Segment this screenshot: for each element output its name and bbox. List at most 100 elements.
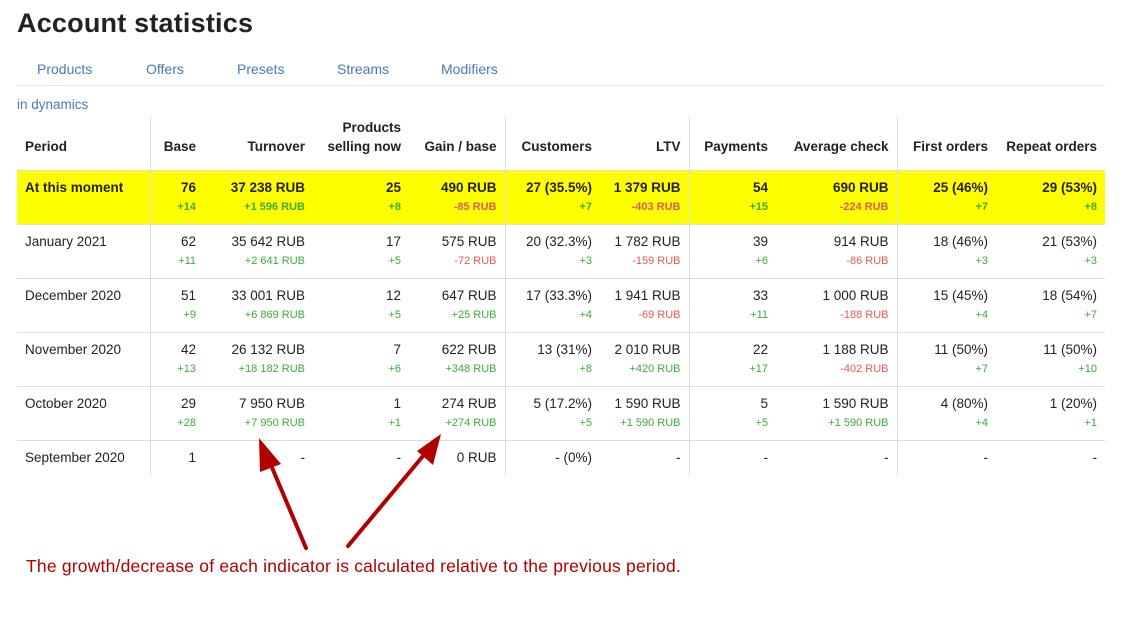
tab-offers[interactable]: Offers	[146, 61, 184, 77]
cell-customers-value: 27 (35.5%)	[525, 179, 592, 195]
cell-first-orders-value: 15 (45%)	[933, 287, 988, 303]
cell-products-selling-now-delta: +8	[388, 200, 401, 213]
table-row: January 2021 62 +11 35 642 RUB +2 641 RUB 17 +…	[17, 224, 1105, 279]
cell-customers-value: 17 (33.3%)	[525, 287, 592, 303]
cell-repeat-orders-value: 18 (54%)	[1042, 287, 1097, 303]
cell-ltv: 2 010 RUB +420 RUB	[600, 332, 689, 387]
table-header-row: Period Base Turnover Products selling now…	[17, 116, 1105, 171]
header-products-selling-now: Products selling now	[313, 116, 409, 171]
cell-first-orders-value: -	[983, 449, 989, 465]
cell-repeat-orders-value: 21 (53%)	[1042, 233, 1097, 249]
cell-customers-delta: +4	[579, 308, 592, 321]
cell-base: 51 +9	[149, 278, 204, 333]
cell-period: At this moment	[17, 170, 150, 225]
cell-base: 76 +14	[149, 170, 204, 225]
cell-base-value: 62	[180, 233, 196, 249]
cell-payments: 54 +15	[688, 170, 776, 225]
cell-average-check-delta: -86 RUB	[846, 254, 889, 267]
cell-period: September 2020	[17, 440, 150, 476]
tab-presets[interactable]: Presets	[237, 61, 284, 77]
cell-customers: 20 (32.3%) +3	[504, 224, 600, 279]
cell-customers: 13 (31%) +8	[504, 332, 600, 387]
cell-first-orders-delta: +4	[975, 308, 988, 321]
cell-average-check: 1 000 RUB -188 RUB	[776, 278, 897, 333]
tab-streams[interactable]: Streams	[337, 61, 389, 77]
cell-payments: 22 +17	[688, 332, 776, 387]
header-ltv: LTV	[600, 116, 689, 171]
cell-average-check: 1 188 RUB -402 RUB	[776, 332, 897, 387]
page-title: Account statistics	[17, 8, 254, 38]
cell-gain-base-delta: +348 RUB	[445, 362, 497, 375]
cell-repeat-orders-delta: +8	[1084, 200, 1097, 213]
header-turnover: Turnover	[204, 116, 313, 171]
cell-gain-base-delta: -85 RUB	[453, 200, 497, 213]
cell-ltv-value: 2 010 RUB	[614, 341, 681, 357]
cell-products-selling-now: 25 +8	[313, 170, 409, 225]
cell-customers: 17 (33.3%) +4	[504, 278, 600, 333]
cell-turnover-value: 37 238 RUB	[230, 179, 305, 195]
cell-base-value: 76	[180, 179, 196, 195]
cell-gain-base-delta: +274 RUB	[445, 416, 497, 429]
cell-customers-delta: +7	[579, 200, 592, 213]
cell-first-orders: 4 (80%) +4	[896, 386, 996, 441]
cell-products-selling-now-delta: +1	[388, 416, 401, 429]
cell-period-value: December 2020	[25, 287, 122, 303]
cell-turnover-delta: +18 182 RUB	[238, 362, 305, 375]
table-row: November 2020 42 +13 26 132 RUB +18 182 RUB 7…	[17, 332, 1105, 387]
cell-customers-value: 5 (17.2%)	[533, 395, 592, 411]
cell-average-check: -	[776, 440, 897, 476]
cell-ltv-delta: -159 RUB	[632, 254, 681, 267]
cell-ltv-value: 1 379 RUB	[613, 179, 681, 195]
cell-ltv: 1 782 RUB -159 RUB	[600, 224, 689, 279]
cell-period: January 2021	[17, 224, 150, 279]
header-payments: Payments	[688, 116, 776, 171]
cell-period: December 2020	[17, 278, 150, 333]
cell-turnover-value: -	[300, 449, 306, 465]
cell-customers-value: 13 (31%)	[537, 341, 592, 357]
cell-ltv: 1 379 RUB -403 RUB	[600, 170, 689, 225]
header-base: Base	[149, 116, 204, 171]
cell-customers-delta: +8	[579, 362, 592, 375]
cell-ltv: 1 590 RUB +1 590 RUB	[600, 386, 689, 441]
header-gain-base: Gain / base	[409, 116, 505, 171]
cell-base-delta: +28	[177, 416, 196, 429]
cell-first-orders-delta: +7	[975, 200, 988, 213]
cell-customers-delta: +3	[579, 254, 592, 267]
cell-average-check-delta: -224 RUB	[839, 200, 889, 213]
cell-average-check-delta: -188 RUB	[840, 308, 889, 321]
cell-base-delta: +11	[178, 254, 196, 267]
table-row: October 2020 29 +28 7 950 RUB +7 950 RUB 1 +1 2…	[17, 386, 1105, 441]
tab-modifiers[interactable]: Modifiers	[441, 61, 498, 77]
tab-products[interactable]: Products	[37, 61, 92, 77]
cell-turnover: 26 132 RUB +18 182 RUB	[204, 332, 313, 387]
cell-products-selling-now-delta: +6	[388, 362, 401, 375]
cell-customers-value: 20 (32.3%)	[525, 233, 592, 249]
cell-gain-base: 0 RUB	[409, 440, 505, 476]
cell-gain-base: 575 RUB -72 RUB	[409, 224, 505, 279]
cell-average-check-value: 1 188 RUB	[822, 341, 889, 357]
in-dynamics-link[interactable]: in dynamics	[17, 97, 88, 112]
cell-payments: -	[688, 440, 776, 476]
header-products-line1: Products	[342, 119, 401, 135]
cell-base: 29 +28	[149, 386, 204, 441]
cell-turnover: 35 642 RUB +2 641 RUB	[204, 224, 313, 279]
cell-turnover: 7 950 RUB +7 950 RUB	[204, 386, 313, 441]
header-customers: Customers	[504, 116, 600, 171]
cell-gain-base: 622 RUB +348 RUB	[409, 332, 505, 387]
cell-gain-base-value: 274 RUB	[441, 395, 497, 411]
cell-average-check-value: 1 590 RUB	[822, 395, 889, 411]
cell-products-selling-now-value: 17	[385, 233, 401, 249]
cell-period: November 2020	[17, 332, 150, 387]
cell-customers: 5 (17.2%) +5	[504, 386, 600, 441]
cell-repeat-orders-delta: +7	[1084, 308, 1097, 321]
cell-customers-delta: +5	[579, 416, 592, 429]
cell-products-selling-now: 7 +6	[313, 332, 409, 387]
cell-repeat-orders: 1 (20%) +1	[996, 386, 1105, 441]
cell-payments-delta: +5	[755, 416, 768, 429]
cell-ltv-delta: -69 RUB	[638, 308, 681, 321]
annotation-text: The growth/decrease of each indicator is…	[26, 556, 681, 576]
header-first-orders: First orders	[896, 116, 996, 171]
cell-ltv: -	[600, 440, 689, 476]
header-repeat-orders: Repeat orders	[996, 116, 1105, 171]
cell-gain-base-value: 0 RUB	[456, 449, 497, 465]
